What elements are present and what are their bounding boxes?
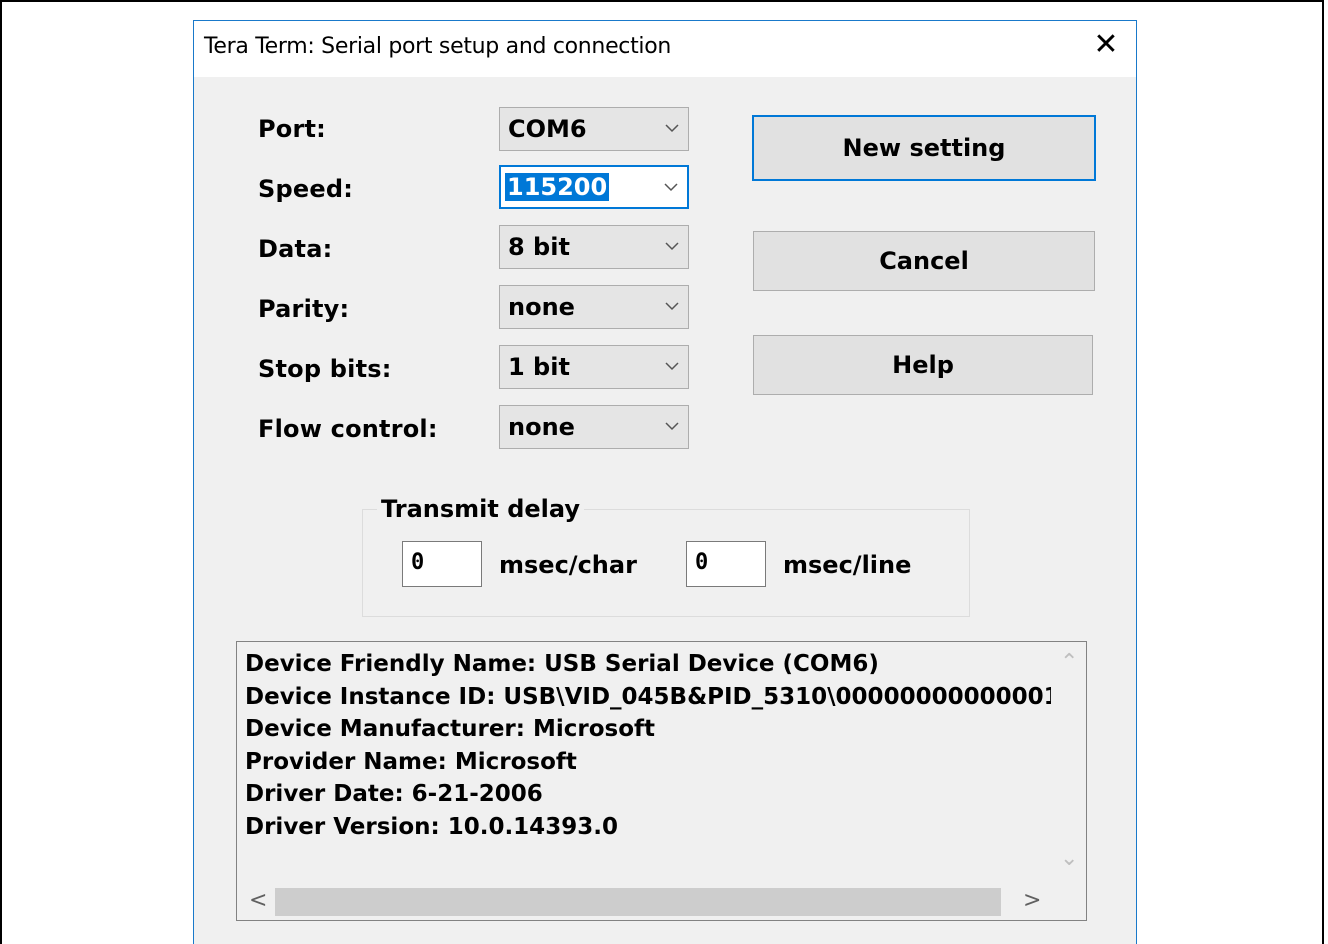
scroll-up-icon[interactable]: ⌃ [1060,650,1078,675]
parity-label: Parity: [258,295,350,323]
flow-control-select[interactable]: none [499,405,689,449]
chevron-down-icon [665,242,679,251]
title-bar: Tera Term: Serial port setup and connect… [194,21,1136,77]
scroll-right-icon[interactable]: > [1023,888,1041,913]
port-select[interactable]: COM6 [499,107,689,151]
chevron-down-icon [665,422,679,431]
vertical-scrollbar[interactable]: ⌃ ⌄ [1050,642,1086,882]
stop-bits-select[interactable]: 1 bit [499,345,689,389]
stop-bits-label: Stop bits: [258,355,392,383]
chevron-down-icon [665,362,679,371]
info-line: Device Manufacturer: Microsoft [245,716,656,742]
new-setting-button[interactable]: New setting [752,115,1096,181]
data-value: 8 bit [508,233,570,261]
info-line: Provider Name: Microsoft [245,748,577,775]
horizontal-scrollbar[interactable]: < > [237,882,1086,920]
serial-port-setup-dialog: Tera Term: Serial port setup and connect… [193,20,1137,944]
scroll-left-icon[interactable]: < [249,888,267,913]
cancel-button[interactable]: Cancel [753,231,1095,291]
device-info-box[interactable]: Device Friendly Name: USB Serial Device … [236,641,1087,921]
info-line: Driver Date: 6-21-2006 [245,781,543,807]
chevron-down-icon [665,124,679,133]
data-select[interactable]: 8 bit [499,225,689,269]
flow-control-value: none [508,413,575,441]
msec-line-label: msec/line [783,551,912,579]
parity-select[interactable]: none [499,285,689,329]
device-info-text: Device Friendly Name: USB Serial Device … [245,648,1051,843]
window-title: Tera Term: Serial port setup and connect… [204,34,672,59]
transmit-delay-title: Transmit delay [377,495,584,523]
chevron-down-icon [664,183,678,192]
chevron-down-icon [665,302,679,311]
msec-line-input[interactable]: 0 [686,541,766,587]
info-line: Device Friendly Name: USB Serial Device … [245,651,879,677]
data-label: Data: [258,235,333,263]
info-line: Device Instance ID: USB\VID_045B&PID_531… [245,683,1051,710]
msec-char-input[interactable]: 0 [402,541,482,587]
speed-select[interactable]: 115200 [499,165,689,209]
speed-value: 115200 [505,173,610,201]
help-button[interactable]: Help [753,335,1093,395]
stop-bits-value: 1 bit [508,353,570,381]
speed-label: Speed: [258,175,353,203]
close-icon[interactable]: ✕ [1092,30,1120,60]
parity-value: none [508,293,575,321]
info-line: Driver Version: 10.0.14393.0 [245,813,618,840]
msec-char-label: msec/char [499,551,637,579]
port-value: COM6 [508,115,587,143]
flow-control-label: Flow control: [258,415,438,443]
port-label: Port: [258,115,326,143]
horizontal-scroll-thumb[interactable] [275,888,1001,916]
scroll-down-icon[interactable]: ⌄ [1060,846,1078,871]
